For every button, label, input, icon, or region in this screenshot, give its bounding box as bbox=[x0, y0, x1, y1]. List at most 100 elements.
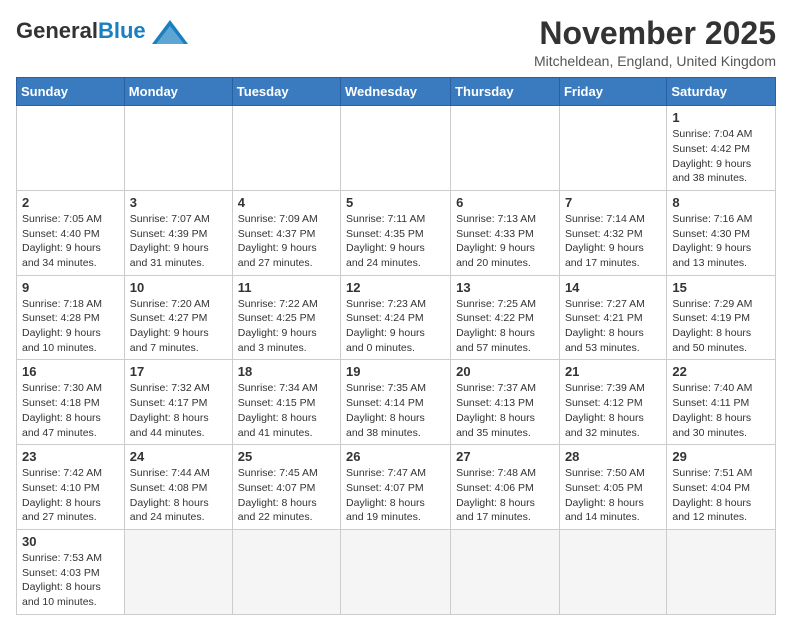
day-header-sunday: Sunday bbox=[17, 78, 125, 106]
day-info: Sunrise: 7:53 AM Sunset: 4:03 PM Dayligh… bbox=[22, 551, 119, 610]
calendar-cell: 8Sunrise: 7:16 AM Sunset: 4:30 PM Daylig… bbox=[667, 190, 776, 275]
day-number: 12 bbox=[346, 280, 445, 295]
day-info: Sunrise: 7:48 AM Sunset: 4:06 PM Dayligh… bbox=[456, 466, 554, 525]
day-info: Sunrise: 7:45 AM Sunset: 4:07 PM Dayligh… bbox=[238, 466, 335, 525]
day-number: 5 bbox=[346, 195, 445, 210]
day-info: Sunrise: 7:04 AM Sunset: 4:42 PM Dayligh… bbox=[672, 127, 770, 186]
day-number: 24 bbox=[130, 449, 227, 464]
calendar-cell: 20Sunrise: 7:37 AM Sunset: 4:13 PM Dayli… bbox=[451, 360, 560, 445]
day-number: 8 bbox=[672, 195, 770, 210]
calendar-cell: 15 Sunrise: 7:29 AM Sunset: 4:19 PM Dayli… bbox=[667, 275, 776, 360]
day-info: Sunrise: 7:50 AM Sunset: 4:05 PM Dayligh… bbox=[565, 466, 661, 525]
logo: GeneralBlue bbox=[16, 16, 190, 46]
day-number: 27 bbox=[456, 449, 554, 464]
calendar-cell: 6 Sunrise: 7:13 AM Sunset: 4:33 PM Daylig… bbox=[451, 190, 560, 275]
title-area: November 2025 Mitcheldean, England, Unit… bbox=[534, 16, 776, 69]
calendar-cell: 7 Sunrise: 7:14 AM Sunset: 4:32 PM Daylig… bbox=[559, 190, 666, 275]
day-number: 1 bbox=[672, 110, 770, 125]
calendar-cell: 23 Sunrise: 7:42 AM Sunset: 4:10 PM Dayli… bbox=[17, 445, 125, 530]
day-number: 16 bbox=[22, 364, 119, 379]
day-info: Sunrise: 7:29 AM Sunset: 4:19 PM Dayligh… bbox=[672, 297, 770, 356]
day-info: Sunrise: 7:09 AM Sunset: 4:37 PM Dayligh… bbox=[238, 212, 335, 271]
calendar-cell bbox=[341, 106, 451, 191]
day-info: Sunrise: 7:42 AM Sunset: 4:10 PM Dayligh… bbox=[22, 466, 119, 525]
day-info: Sunrise: 7:51 AM Sunset: 4:04 PM Dayligh… bbox=[672, 466, 770, 525]
month-title: November 2025 bbox=[534, 16, 776, 51]
day-number: 18 bbox=[238, 364, 335, 379]
calendar-cell: 29 Sunrise: 7:51 AM Sunset: 4:04 PM Dayli… bbox=[667, 445, 776, 530]
day-number: 15 bbox=[672, 280, 770, 295]
week-row-6: 30 Sunrise: 7:53 AM Sunset: 4:03 PM Dayli… bbox=[17, 529, 776, 614]
day-info: Sunrise: 7:13 AM Sunset: 4:33 PM Dayligh… bbox=[456, 212, 554, 271]
day-number: 11 bbox=[238, 280, 335, 295]
day-number: 6 bbox=[456, 195, 554, 210]
day-header-wednesday: Wednesday bbox=[341, 78, 451, 106]
calendar-cell: 26 Sunrise: 7:47 AM Sunset: 4:07 PM Dayli… bbox=[341, 445, 451, 530]
day-info: Sunrise: 7:32 AM Sunset: 4:17 PM Dayligh… bbox=[130, 381, 227, 440]
calendar-cell: 27 Sunrise: 7:48 AM Sunset: 4:06 PM Dayli… bbox=[451, 445, 560, 530]
location-title: Mitcheldean, England, United Kingdom bbox=[534, 53, 776, 69]
calendar-cell bbox=[124, 106, 232, 191]
header: GeneralBlue November 2025 Mitcheldean, E… bbox=[16, 16, 776, 69]
calendar-cell bbox=[667, 529, 776, 614]
calendar-cell: 3Sunrise: 7:07 AM Sunset: 4:39 PM Daylig… bbox=[124, 190, 232, 275]
day-number: 4 bbox=[238, 195, 335, 210]
day-number: 14 bbox=[565, 280, 661, 295]
day-number: 26 bbox=[346, 449, 445, 464]
day-header-friday: Friday bbox=[559, 78, 666, 106]
logo-text: GeneralBlue bbox=[16, 19, 146, 43]
day-number: 19 bbox=[346, 364, 445, 379]
day-header-thursday: Thursday bbox=[451, 78, 560, 106]
calendar-cell: 30 Sunrise: 7:53 AM Sunset: 4:03 PM Dayli… bbox=[17, 529, 125, 614]
calendar-cell bbox=[232, 106, 340, 191]
calendar-cell bbox=[124, 529, 232, 614]
day-number: 25 bbox=[238, 449, 335, 464]
day-number: 22 bbox=[672, 364, 770, 379]
week-row-4: 16 Sunrise: 7:30 AM Sunset: 4:18 PM Dayli… bbox=[17, 360, 776, 445]
day-info: Sunrise: 7:39 AM Sunset: 4:12 PM Dayligh… bbox=[565, 381, 661, 440]
day-header-saturday: Saturday bbox=[667, 78, 776, 106]
day-number: 21 bbox=[565, 364, 661, 379]
day-number: 29 bbox=[672, 449, 770, 464]
day-number: 20 bbox=[456, 364, 554, 379]
day-number: 13 bbox=[456, 280, 554, 295]
calendar-cell: 25 Sunrise: 7:45 AM Sunset: 4:07 PM Dayli… bbox=[232, 445, 340, 530]
logo-icon bbox=[150, 18, 190, 46]
calendar-cell: 2Sunrise: 7:05 AM Sunset: 4:40 PM Daylig… bbox=[17, 190, 125, 275]
calendar-cell: 24Sunrise: 7:44 AM Sunset: 4:08 PM Dayli… bbox=[124, 445, 232, 530]
calendar-cell: 1 Sunrise: 7:04 AM Sunset: 4:42 PM Daylig… bbox=[667, 106, 776, 191]
day-info: Sunrise: 7:18 AM Sunset: 4:28 PM Dayligh… bbox=[22, 297, 119, 356]
week-row-1: 1 Sunrise: 7:04 AM Sunset: 4:42 PM Daylig… bbox=[17, 106, 776, 191]
day-number: 23 bbox=[22, 449, 119, 464]
calendar-cell bbox=[341, 529, 451, 614]
calendar-cell bbox=[451, 529, 560, 614]
calendar-cell: 10Sunrise: 7:20 AM Sunset: 4:27 PM Dayli… bbox=[124, 275, 232, 360]
day-info: Sunrise: 7:47 AM Sunset: 4:07 PM Dayligh… bbox=[346, 466, 445, 525]
day-info: Sunrise: 7:35 AM Sunset: 4:14 PM Dayligh… bbox=[346, 381, 445, 440]
day-info: Sunrise: 7:23 AM Sunset: 4:24 PM Dayligh… bbox=[346, 297, 445, 356]
day-number: 9 bbox=[22, 280, 119, 295]
day-info: Sunrise: 7:20 AM Sunset: 4:27 PM Dayligh… bbox=[130, 297, 227, 356]
days-header-row: SundayMondayTuesdayWednesdayThursdayFrid… bbox=[17, 78, 776, 106]
day-number: 28 bbox=[565, 449, 661, 464]
day-info: Sunrise: 7:30 AM Sunset: 4:18 PM Dayligh… bbox=[22, 381, 119, 440]
day-info: Sunrise: 7:05 AM Sunset: 4:40 PM Dayligh… bbox=[22, 212, 119, 271]
day-header-monday: Monday bbox=[124, 78, 232, 106]
day-info: Sunrise: 7:11 AM Sunset: 4:35 PM Dayligh… bbox=[346, 212, 445, 271]
calendar-cell: 19 Sunrise: 7:35 AM Sunset: 4:14 PM Dayli… bbox=[341, 360, 451, 445]
calendar-cell: 17Sunrise: 7:32 AM Sunset: 4:17 PM Dayli… bbox=[124, 360, 232, 445]
calendar-cell: 18Sunrise: 7:34 AM Sunset: 4:15 PM Dayli… bbox=[232, 360, 340, 445]
day-number: 30 bbox=[22, 534, 119, 549]
day-info: Sunrise: 7:14 AM Sunset: 4:32 PM Dayligh… bbox=[565, 212, 661, 271]
day-info: Sunrise: 7:27 AM Sunset: 4:21 PM Dayligh… bbox=[565, 297, 661, 356]
day-info: Sunrise: 7:40 AM Sunset: 4:11 PM Dayligh… bbox=[672, 381, 770, 440]
calendar-cell: 5 Sunrise: 7:11 AM Sunset: 4:35 PM Daylig… bbox=[341, 190, 451, 275]
calendar-cell bbox=[559, 529, 666, 614]
calendar-cell: 9 Sunrise: 7:18 AM Sunset: 4:28 PM Daylig… bbox=[17, 275, 125, 360]
calendar-cell bbox=[232, 529, 340, 614]
day-header-tuesday: Tuesday bbox=[232, 78, 340, 106]
week-row-2: 2Sunrise: 7:05 AM Sunset: 4:40 PM Daylig… bbox=[17, 190, 776, 275]
calendar-cell: 13Sunrise: 7:25 AM Sunset: 4:22 PM Dayli… bbox=[451, 275, 560, 360]
day-number: 7 bbox=[565, 195, 661, 210]
calendar-cell bbox=[17, 106, 125, 191]
